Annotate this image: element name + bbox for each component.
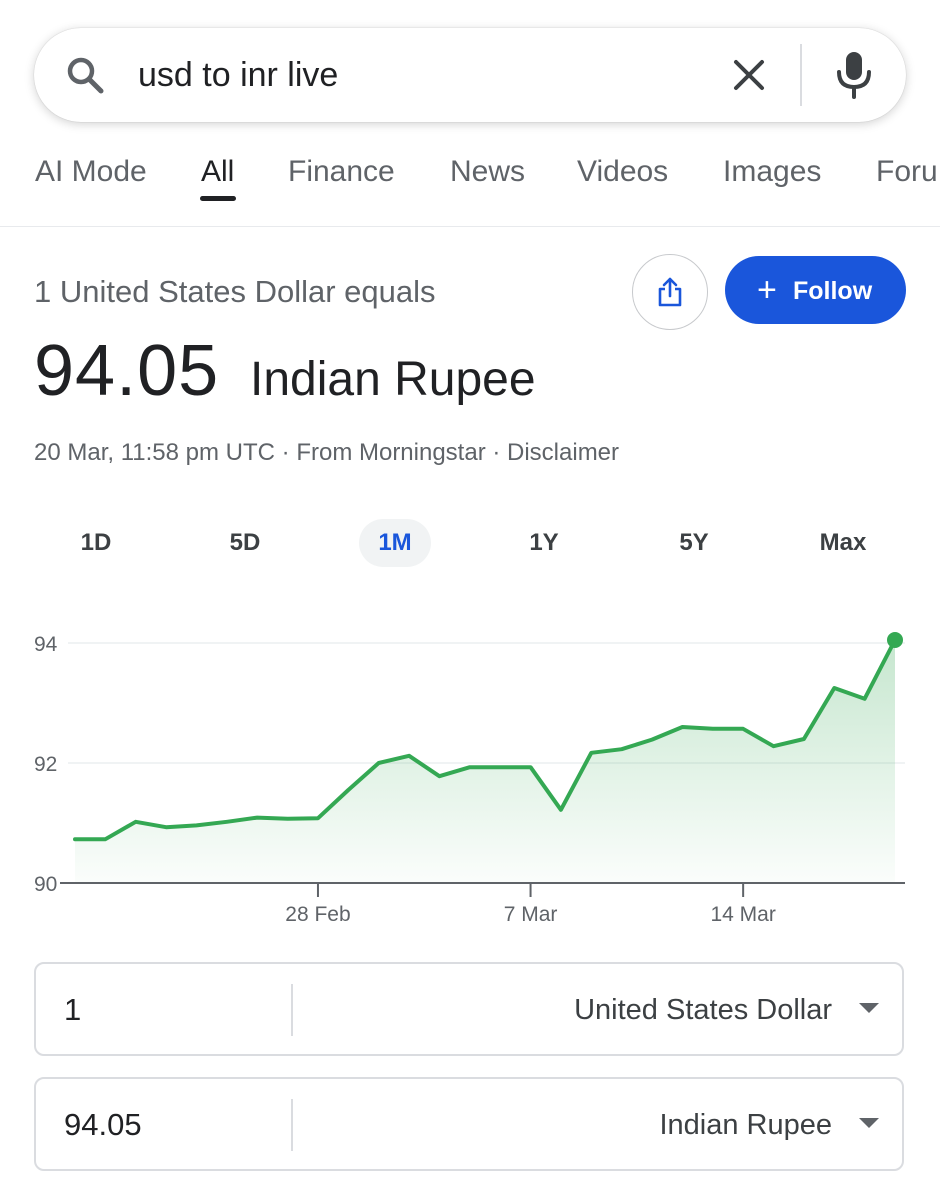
dropdown-arrow-icon[interactable] — [858, 1002, 880, 1014]
tab-news[interactable]: News — [450, 152, 525, 192]
range-1d-button[interactable]: 1D — [66, 519, 126, 567]
dropdown-arrow-icon[interactable] — [858, 1117, 880, 1129]
from-currency-select[interactable]: United States Dollar — [574, 990, 832, 1030]
range-1y-button[interactable]: 1Y — [514, 519, 574, 567]
search-bar-divider — [800, 44, 802, 106]
chart-current-point — [887, 632, 903, 648]
tab-all[interactable]: All — [201, 152, 234, 192]
range-max-button[interactable]: Max — [810, 519, 876, 567]
chart-y-tick-label: 90 — [34, 873, 57, 896]
range-5d-button[interactable]: 5D — [215, 519, 275, 567]
chart-x-tick-label: 14 Mar — [710, 903, 775, 926]
chart-x-tick-label: 7 Mar — [504, 903, 558, 926]
tab-finance[interactable]: Finance — [288, 152, 395, 192]
chart-y-tick-label: 94 — [34, 633, 58, 656]
tab-ai-mode[interactable]: AI Mode — [35, 152, 147, 192]
rate-timestamp-source: 20 Mar, 11:58 pm UTC · From Morningstar … — [34, 439, 620, 466]
from-amount-input[interactable]: 1 — [64, 988, 81, 1032]
search-tabs: AI Mode All Finance News Videos Images F… — [0, 150, 940, 227]
to-amount-input[interactable]: 94.05 — [64, 1103, 142, 1147]
follow-button[interactable]: + Follow — [725, 256, 906, 324]
to-currency-select[interactable]: Indian Rupee — [659, 1105, 832, 1145]
chart-x-tick-label: 28 Feb — [285, 903, 350, 926]
converter-divider — [291, 984, 293, 1036]
plus-icon: + — [757, 271, 777, 309]
active-tab-indicator — [200, 196, 236, 201]
search-bar[interactable]: usd to inr live — [34, 28, 906, 122]
tab-images[interactable]: Images — [723, 152, 821, 192]
microphone-icon[interactable] — [830, 50, 878, 100]
converter-to: 94.05 Indian Rupee — [34, 1077, 904, 1171]
follow-label: Follow — [793, 277, 873, 305]
tab-forums[interactable]: Foru — [876, 152, 938, 192]
close-icon[interactable] — [728, 54, 770, 96]
range-5y-button[interactable]: 5Y — [664, 519, 724, 567]
search-icon[interactable] — [64, 54, 106, 96]
range-1m-button[interactable]: 1M — [359, 519, 431, 567]
chart-area-fill — [75, 640, 895, 883]
conversion-label: 1 United States Dollar equals — [34, 274, 436, 309]
exchange-rate-chart[interactable]: 94 92 90 28 Feb 7 Mar 14 Mar — [0, 600, 940, 940]
share-button[interactable] — [632, 254, 708, 330]
chart-y-tick-label: 92 — [34, 753, 57, 776]
share-icon — [658, 277, 682, 307]
converter-divider — [291, 1099, 293, 1151]
exchange-rate-value: 94.05 — [34, 331, 220, 411]
tab-videos[interactable]: Videos — [577, 152, 668, 192]
search-input[interactable]: usd to inr live — [138, 52, 338, 98]
converter-from: 1 United States Dollar — [34, 962, 904, 1056]
exchange-rate-currency: Indian Rupee — [250, 353, 536, 406]
